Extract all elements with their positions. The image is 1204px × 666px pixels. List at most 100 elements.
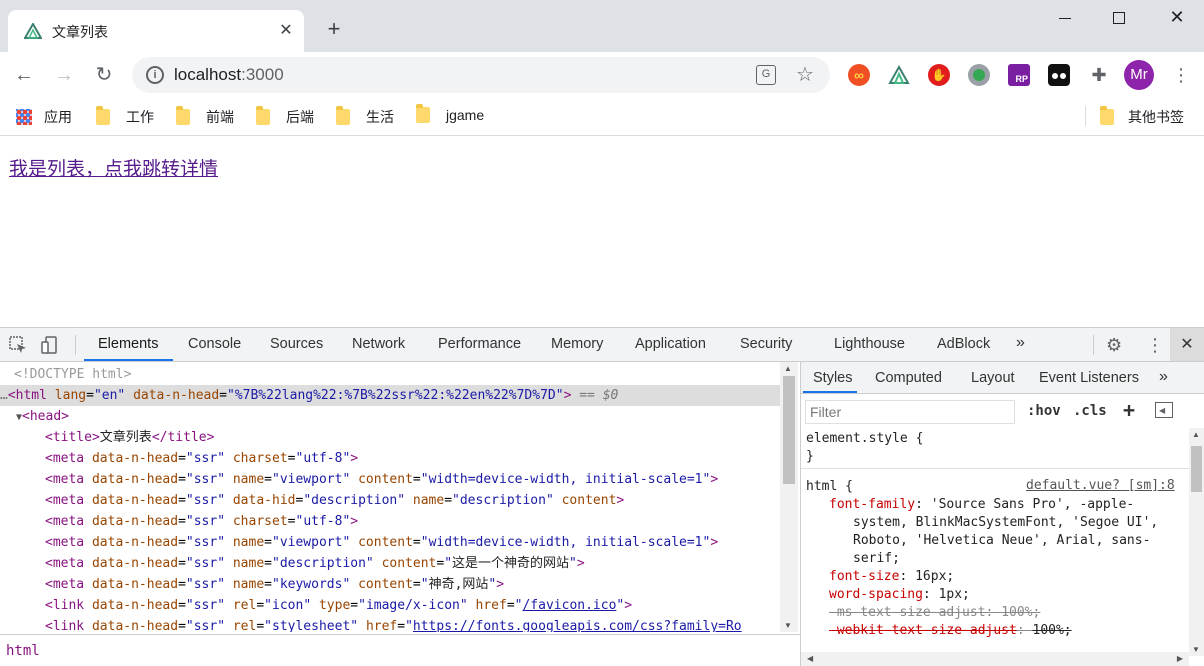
attr-link[interactable]: https://fonts.googleapis.com/css?family=… — [413, 619, 742, 632]
bookmark-folder-jgame[interactable]: jgame — [416, 104, 484, 127]
dom-link-line[interactable]: <link data-n-head="ssr" rel="stylesheet"… — [45, 616, 800, 632]
attr-value: 神奇,网站 — [428, 577, 489, 592]
extension-infinity-icon[interactable]: ∞ — [848, 64, 870, 86]
dom-meta-line[interactable]: <meta data-n-head="ssr" name="keywords" … — [45, 574, 800, 595]
tab-sources[interactable]: Sources — [270, 336, 323, 352]
extension-vue-devtools-icon[interactable] — [888, 64, 910, 86]
class-toggle[interactable]: .cls — [1073, 403, 1107, 419]
bookmark-folder-work[interactable]: 工作 — [96, 106, 154, 127]
bookmark-star-icon[interactable]: ☆ — [796, 62, 814, 87]
tab-elements[interactable]: Elements — [98, 336, 158, 352]
hover-state-toggle[interactable]: :hov — [1027, 403, 1061, 419]
scroll-down-arrow[interactable]: ▼ — [784, 621, 792, 630]
settings-gear-icon[interactable]: ⚙ — [1106, 335, 1126, 355]
title-text: 文章列表 — [99, 430, 152, 445]
dom-tree-scrollbar[interactable]: ▲ ▼ — [780, 362, 798, 632]
attr-value: ssr — [193, 451, 218, 466]
more-tabs-icon[interactable]: » — [1159, 368, 1168, 386]
dom-meta-line[interactable]: <meta data-n-head="ssr" name="viewport" … — [45, 532, 800, 553]
extension-adblock-hand-icon[interactable]: ✋ — [928, 64, 950, 86]
html-rule-selector[interactable]: html { — [806, 478, 853, 496]
extension-tampermonkey-icon[interactable] — [1048, 64, 1070, 86]
bookmark-folder-backend[interactable]: 后端 — [256, 106, 314, 127]
close-window-icon[interactable]: ✕ — [1162, 8, 1192, 28]
scroll-down-arrow[interactable]: ▼ — [1192, 645, 1200, 654]
tag-name: html — [15, 388, 47, 403]
extensions-puzzle-icon[interactable]: ✚ — [1088, 64, 1110, 86]
dom-doctype[interactable]: <!DOCTYPE html> — [14, 364, 794, 385]
maximize-icon[interactable] — [1104, 8, 1134, 28]
device-toolbar-icon[interactable] — [40, 335, 60, 355]
styles-horizontal-scrollbar[interactable]: ◀ ▶ — [801, 652, 1189, 666]
tab-computed[interactable]: Computed — [875, 370, 942, 386]
tab-performance[interactable]: Performance — [438, 336, 521, 352]
dom-meta-line[interactable]: <meta data-n-head="ssr" charset="utf-8"> — [45, 511, 800, 532]
toggle-sidebar-icon[interactable]: ◀ — [1155, 402, 1173, 418]
styles-filter-input[interactable]: Filter — [805, 400, 1015, 424]
bookmark-apps[interactable]: 应用 — [16, 107, 72, 127]
tab-event-listeners[interactable]: Event Listeners — [1039, 370, 1139, 386]
rule-source-link[interactable]: default.vue? [sm]:8 — [1026, 478, 1175, 493]
more-tabs-icon[interactable]: » — [1016, 334, 1025, 352]
attr-link[interactable]: /favicon.ico — [522, 598, 616, 613]
bookmark-other[interactable]: 其他书签 — [1100, 106, 1184, 127]
attr-value: description — [311, 493, 398, 508]
tab-application[interactable]: Application — [635, 336, 706, 352]
new-style-rule-icon[interactable]: + — [1123, 398, 1135, 422]
dom-meta-line[interactable]: <meta data-n-head="ssr" name="descriptio… — [45, 553, 800, 574]
dom-meta-line[interactable]: <meta data-n-head="ssr" name="viewport" … — [45, 469, 800, 490]
tab-adblock[interactable]: AdBlock — [937, 336, 990, 352]
new-tab-button[interactable]: + — [322, 18, 346, 42]
css-property[interactable]: word-spacing: 1px; — [829, 586, 970, 604]
scroll-left-arrow[interactable]: ◀ — [807, 654, 813, 663]
dom-meta-line[interactable]: <meta data-n-head="ssr" data-hid="descri… — [45, 490, 800, 511]
attr-value: %7B%22lang%22:%7B%22ssr%22:%22en%22%7D%7… — [234, 388, 556, 403]
extension-rp-icon[interactable]: RP — [1008, 64, 1030, 86]
scroll-up-arrow[interactable]: ▲ — [784, 364, 792, 373]
browser-menu-icon[interactable]: ⋮ — [1172, 64, 1190, 86]
detail-link[interactable]: 我是列表，点我跳转详情 — [9, 154, 218, 181]
dom-meta-line[interactable]: <meta data-n-head="ssr" charset="utf-8"> — [45, 448, 800, 469]
tab-styles[interactable]: Styles — [813, 370, 853, 386]
translate-icon[interactable]: G — [756, 65, 776, 85]
browser-tab[interactable]: 文章列表 ✕ — [8, 10, 304, 52]
minimize-icon[interactable] — [1050, 8, 1080, 28]
tab-network[interactable]: Network — [352, 336, 405, 352]
tab-console[interactable]: Console — [188, 336, 241, 352]
dom-title-line[interactable]: <title>文章列表</title> — [45, 427, 800, 448]
css-property-overridden[interactable]: -webkit-text-size-adjust: 100%; — [829, 622, 1072, 640]
inspect-element-icon[interactable] — [8, 335, 28, 355]
address-bar[interactable]: i localhost:3000 G ☆ — [132, 57, 830, 93]
breadcrumb-html[interactable]: html — [6, 643, 40, 659]
dom-tree[interactable]: <!DOCTYPE html> …<html lang="en" data-n-… — [0, 362, 800, 632]
scrollbar-thumb[interactable] — [783, 376, 795, 484]
site-info-icon[interactable]: i — [146, 66, 164, 84]
tab-close-icon[interactable]: ✕ — [276, 21, 296, 41]
profile-avatar[interactable]: Mr — [1124, 60, 1154, 90]
extension-circle-icon[interactable] — [968, 64, 990, 86]
css-property[interactable]: font-size: 16px; — [829, 568, 954, 586]
reload-icon[interactable]: ↻ — [92, 63, 116, 87]
tab-lighthouse[interactable]: Lighthouse — [834, 336, 905, 352]
devtools-menu-icon[interactable]: ⋮ — [1146, 335, 1164, 355]
back-icon[interactable]: ← — [12, 63, 36, 87]
tab-security[interactable]: Security — [740, 336, 792, 352]
close-devtools-icon[interactable]: ✕ — [1170, 328, 1204, 361]
bookmark-folder-frontend[interactable]: 前端 — [176, 106, 234, 127]
scroll-right-arrow[interactable]: ▶ — [1177, 654, 1183, 663]
element-style-rule[interactable]: element.style { } — [806, 430, 923, 466]
scroll-up-arrow[interactable]: ▲ — [1192, 430, 1200, 439]
styles-scrollbar[interactable]: ▲ ▼ — [1189, 428, 1204, 656]
bookmark-folder-life[interactable]: 生活 — [336, 106, 394, 127]
scrollbar-thumb[interactable] — [1191, 446, 1202, 492]
dom-link-line[interactable]: <link data-n-head="ssr" rel="icon" type=… — [45, 595, 800, 616]
dom-head-line[interactable]: ▼<head> — [16, 406, 796, 427]
forward-icon[interactable]: → — [52, 63, 76, 87]
tab-memory[interactable]: Memory — [551, 336, 603, 352]
attr-value: width=device-width, initial-scale=1 — [428, 535, 703, 550]
css-property[interactable]: font-family: 'Source Sans Pro', -apple- — [829, 496, 1134, 514]
prop-name: word-spacing — [829, 587, 923, 602]
tab-layout[interactable]: Layout — [971, 370, 1015, 386]
dom-html-line[interactable]: …<html lang="en" data-n-head="%7B%22lang… — [0, 385, 780, 406]
css-property-overridden[interactable]: -ms-text-size-adjust: 100%; — [829, 604, 1040, 622]
